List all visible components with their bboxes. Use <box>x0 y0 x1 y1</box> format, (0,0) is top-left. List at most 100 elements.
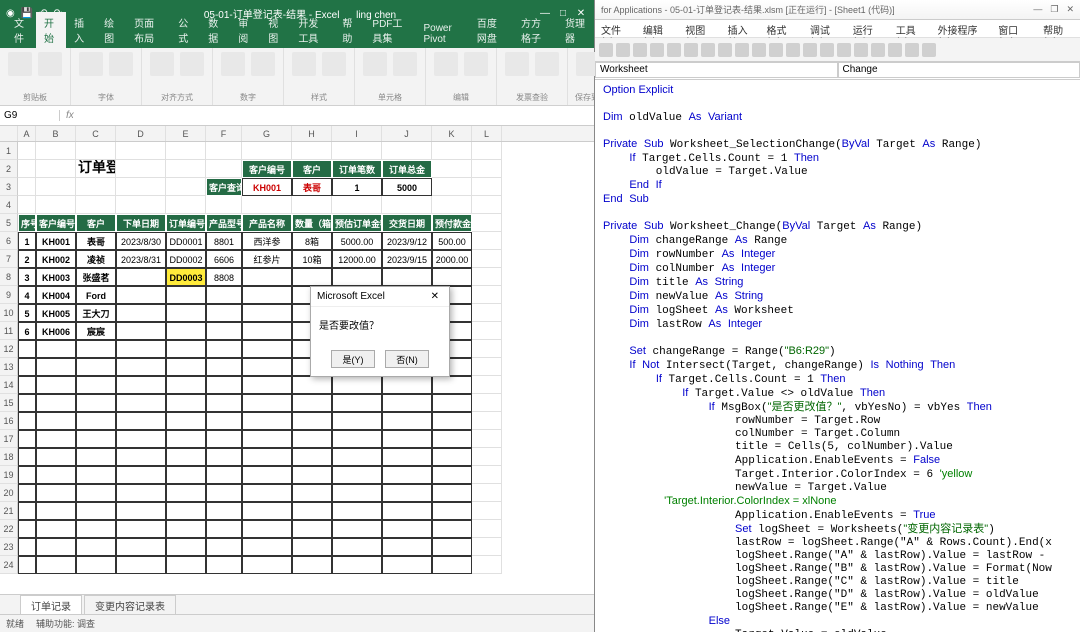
ribbon-tab[interactable]: 文件 <box>6 12 36 48</box>
vba-toolbar-icon[interactable] <box>786 43 800 57</box>
cell[interactable] <box>206 520 242 538</box>
col-header[interactable]: D <box>116 126 166 141</box>
cell[interactable] <box>432 502 472 520</box>
cell[interactable] <box>382 196 432 214</box>
row-header[interactable]: 24 <box>0 556 18 574</box>
cell[interactable] <box>472 214 502 232</box>
row-header[interactable]: 10 <box>0 304 18 322</box>
cell[interactable] <box>116 520 166 538</box>
ribbon-tab[interactable]: 绘图 <box>96 12 126 48</box>
cell[interactable]: 2023/8/30 <box>116 232 166 250</box>
cell[interactable] <box>432 268 472 286</box>
vba-toolbar-icon[interactable] <box>871 43 885 57</box>
cell[interactable] <box>382 466 432 484</box>
cell[interactable] <box>36 160 76 178</box>
vba-toolbar-icon[interactable] <box>667 43 681 57</box>
cell[interactable] <box>18 520 36 538</box>
cell[interactable]: 产品型号 <box>206 214 242 232</box>
cell[interactable] <box>472 286 502 304</box>
vba-toolbar-icon[interactable] <box>599 43 613 57</box>
cell[interactable] <box>18 538 36 556</box>
cell[interactable] <box>206 484 242 502</box>
cell[interactable] <box>76 484 116 502</box>
cell[interactable] <box>242 340 292 358</box>
cell[interactable]: 2000.00 <box>432 250 472 268</box>
name-box[interactable]: G9 <box>0 110 60 121</box>
vba-minimize-icon[interactable]: — <box>1033 4 1042 15</box>
cell[interactable] <box>206 358 242 376</box>
cell[interactable]: KH001 <box>242 178 292 196</box>
cell[interactable]: 12000.00 <box>332 250 382 268</box>
cell[interactable] <box>206 502 242 520</box>
cell[interactable]: 5 <box>18 304 36 322</box>
cell[interactable]: 客户编号 <box>242 160 292 178</box>
cell[interactable]: 1 <box>18 232 36 250</box>
row-header[interactable]: 1 <box>0 142 18 160</box>
cell[interactable] <box>116 556 166 574</box>
cell[interactable] <box>242 394 292 412</box>
cell[interactable] <box>18 376 36 394</box>
row-header[interactable]: 11 <box>0 322 18 340</box>
vba-menu-item[interactable]: 外接程序(A) <box>932 20 993 37</box>
cell[interactable] <box>116 304 166 322</box>
cell[interactable] <box>166 286 206 304</box>
cell[interactable] <box>166 340 206 358</box>
cell[interactable] <box>166 142 206 160</box>
cell[interactable] <box>292 196 332 214</box>
col-header[interactable]: K <box>432 126 472 141</box>
cell[interactable] <box>116 412 166 430</box>
vba-toolbar-icon[interactable] <box>769 43 783 57</box>
row-header[interactable]: 14 <box>0 376 18 394</box>
cell[interactable] <box>472 538 502 556</box>
cell[interactable] <box>18 358 36 376</box>
cell[interactable] <box>76 178 116 196</box>
ribbon-tab[interactable]: 视图 <box>260 12 290 48</box>
ribbon-tab[interactable]: 数据 <box>200 12 230 48</box>
cell[interactable] <box>242 538 292 556</box>
vba-toolbar-icon[interactable] <box>718 43 732 57</box>
vba-toolbar-icon[interactable] <box>837 43 851 57</box>
col-header[interactable]: H <box>292 126 332 141</box>
cell[interactable] <box>432 520 472 538</box>
cell[interactable] <box>116 376 166 394</box>
cell[interactable] <box>166 502 206 520</box>
cell[interactable] <box>472 412 502 430</box>
cell[interactable] <box>332 376 382 394</box>
cell[interactable] <box>36 178 76 196</box>
cell[interactable]: 预估订单金额 <box>332 214 382 232</box>
col-header[interactable]: F <box>206 126 242 141</box>
cell[interactable] <box>206 142 242 160</box>
ribbon-tab[interactable]: 开发工具 <box>290 12 334 48</box>
vba-menu-item[interactable]: 帮助(H) <box>1037 20 1080 37</box>
cell[interactable] <box>292 502 332 520</box>
cell[interactable] <box>206 430 242 448</box>
cell[interactable]: 2023/9/15 <box>382 250 432 268</box>
cell[interactable] <box>382 412 432 430</box>
cell[interactable] <box>36 520 76 538</box>
cell[interactable]: 客户 <box>76 214 116 232</box>
vba-toolbar-icon[interactable] <box>803 43 817 57</box>
cell[interactable] <box>116 178 166 196</box>
cell[interactable] <box>76 196 116 214</box>
cell[interactable] <box>116 484 166 502</box>
col-header[interactable]: L <box>472 126 502 141</box>
vba-toolbar-icon[interactable] <box>701 43 715 57</box>
cell[interactable] <box>242 358 292 376</box>
vba-menu-item[interactable]: 格式(O) <box>761 20 804 37</box>
cell[interactable] <box>18 430 36 448</box>
msgbox-yes-button[interactable]: 是(Y) <box>331 350 375 368</box>
cell[interactable] <box>166 322 206 340</box>
cell[interactable] <box>116 286 166 304</box>
cell[interactable] <box>382 520 432 538</box>
row-header[interactable]: 7 <box>0 250 18 268</box>
cell[interactable] <box>116 322 166 340</box>
cell[interactable] <box>472 520 502 538</box>
cell[interactable] <box>18 160 36 178</box>
col-header[interactable]: G <box>242 126 292 141</box>
cell[interactable] <box>76 142 116 160</box>
cell[interactable]: 订单登记表 <box>76 160 116 178</box>
cell[interactable] <box>206 286 242 304</box>
vba-menu-item[interactable]: 运行(R) <box>847 20 890 37</box>
cell[interactable] <box>36 502 76 520</box>
cell[interactable] <box>432 412 472 430</box>
